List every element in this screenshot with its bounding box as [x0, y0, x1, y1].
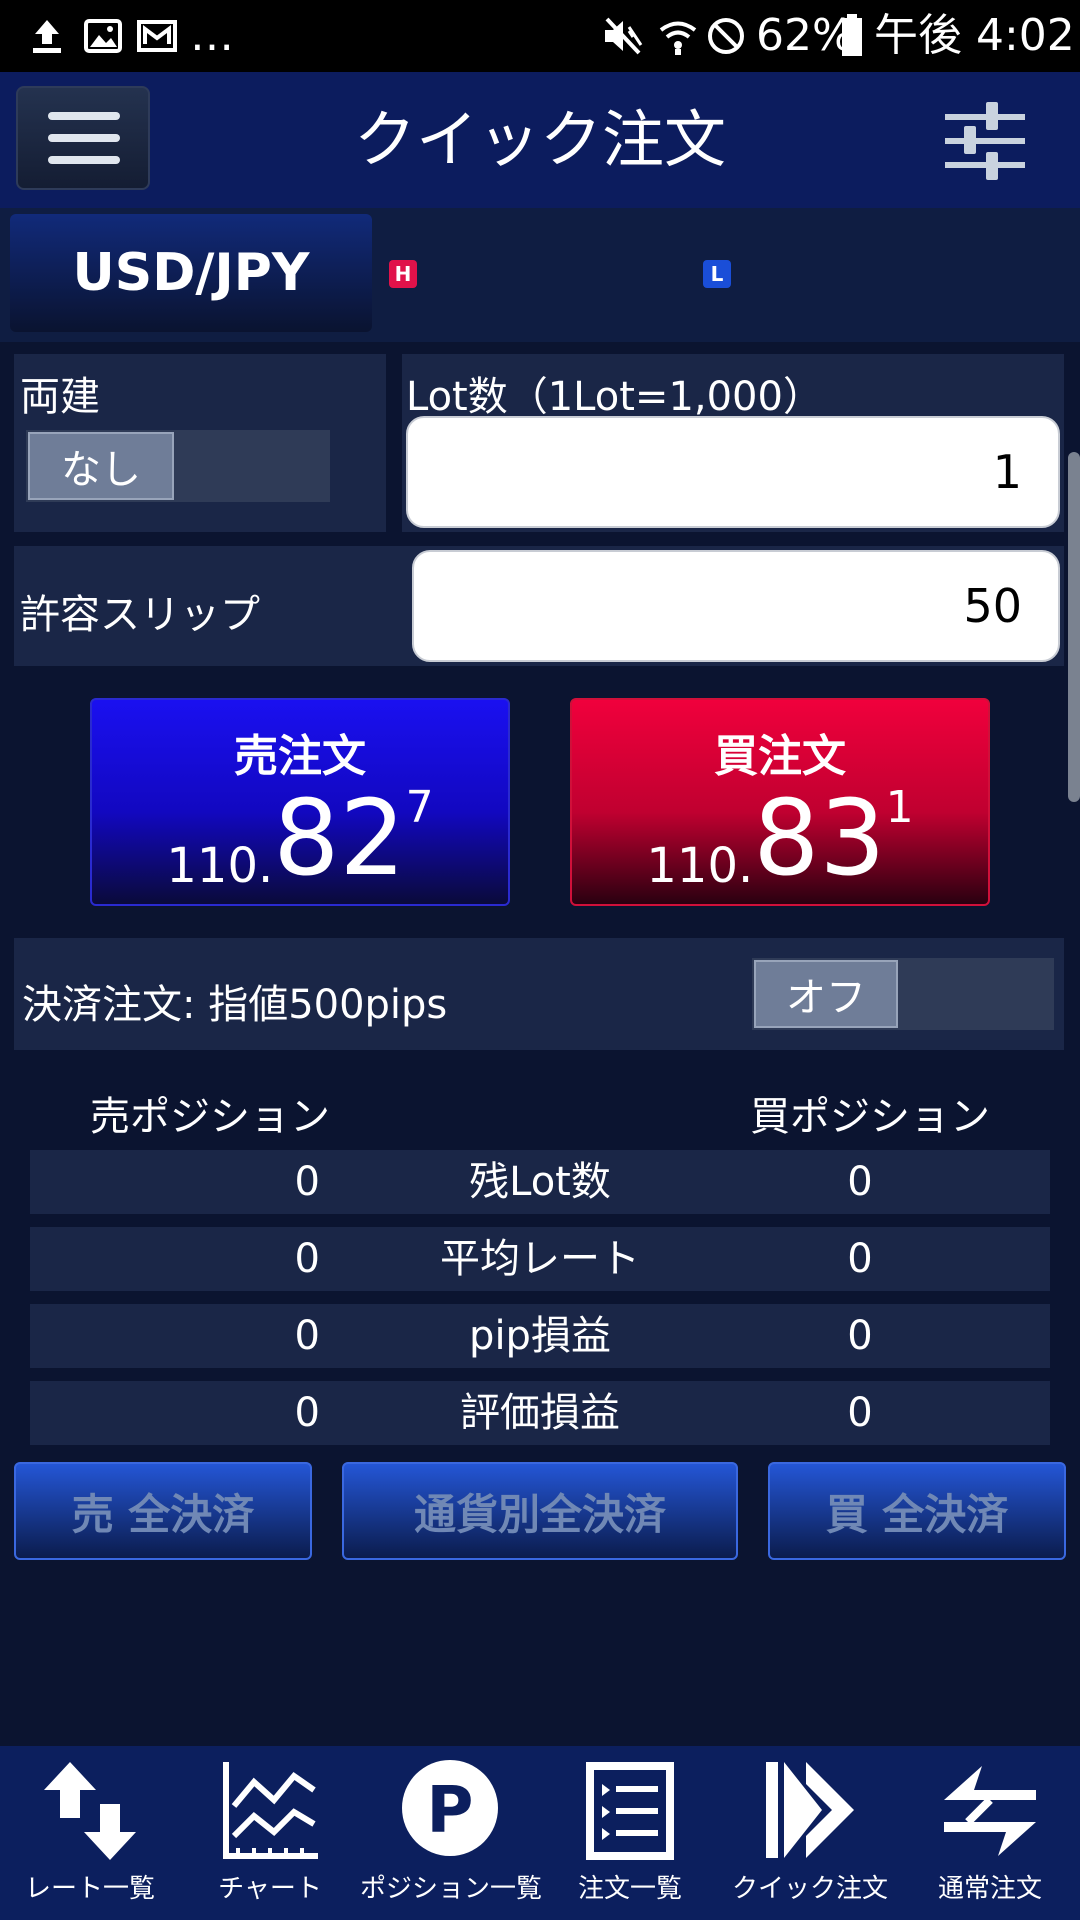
position-row: 0 平均レート 0 [30, 1227, 1050, 1291]
mute-icon [600, 14, 644, 58]
battery-icon [838, 14, 866, 58]
lot-label: Lot数（1Lot=1,000） [406, 374, 823, 420]
settings-sliders-icon[interactable] [940, 96, 1030, 186]
chart-icon [220, 1756, 320, 1866]
buy-price: 110. 83 1 [572, 778, 988, 898]
nav-order-list[interactable]: 注文一覧 [540, 1746, 720, 1920]
svg-text:P: P [427, 1774, 474, 1848]
position-list-icon: P [400, 1756, 500, 1866]
buy-value: 0 [847, 1390, 873, 1436]
sell-price-prefix: 110. [166, 838, 274, 894]
do-not-disturb-icon [704, 14, 748, 58]
status-overflow: … [190, 10, 234, 61]
position-row: 0 pip損益 0 [30, 1304, 1050, 1368]
settlement-toggle-knob[interactable]: オフ [754, 960, 898, 1028]
sell-position-header: 売ポジション [90, 1094, 330, 1140]
nav-position-list[interactable]: P ポジション一覧 [360, 1746, 543, 1920]
nav-rate-list[interactable]: レート一覧 [0, 1746, 180, 1920]
buy-settle-all-button[interactable]: 買 全決済 [768, 1462, 1066, 1560]
sell-order-label: 売注文 [234, 731, 366, 782]
buy-order-button[interactable]: 買注文 110. 83 1 [570, 698, 990, 906]
status-time: 午後 4:02 [874, 10, 1075, 61]
buy-value: 0 [847, 1236, 873, 1282]
position-row: 0 評価損益 0 [30, 1381, 1050, 1445]
buy-value: 0 [847, 1313, 873, 1359]
status-bar: … 62% 午後 4:02 [0, 0, 1080, 72]
buy-price-main: 83 [753, 777, 886, 899]
sell-price-sup: 7 [405, 782, 434, 833]
buy-position-header: 買ポジション [750, 1094, 990, 1140]
buy-price-prefix: 110. [646, 838, 754, 894]
buy-value: 0 [847, 1159, 873, 1205]
normal-order-icon [940, 1756, 1040, 1866]
slippage-label: 許容スリップ [20, 592, 260, 638]
buy-order-label: 買注文 [714, 731, 846, 782]
hedge-toggle-knob[interactable]: なし [28, 432, 174, 500]
sell-order-button[interactable]: 売注文 110. 82 7 [90, 698, 510, 906]
nav-label: ポジション一覧 [360, 1874, 543, 1904]
order-list-icon [580, 1756, 680, 1866]
nav-label: クイック注文 [731, 1874, 888, 1904]
settlement-label: 決済注文: 指値500pips [22, 982, 448, 1028]
lot-input[interactable]: 1 [406, 416, 1060, 528]
nav-label: チャート [218, 1874, 322, 1904]
nav-label: 注文一覧 [577, 1874, 682, 1904]
quick-order-icon [760, 1756, 860, 1866]
mail-icon [134, 14, 180, 58]
buy-price-sup: 1 [885, 782, 914, 833]
sell-settle-all-button[interactable]: 売 全決済 [14, 1462, 312, 1560]
nav-chart[interactable]: チャート [180, 1746, 360, 1920]
position-row: 0 残Lot数 0 [30, 1150, 1050, 1214]
currency-settle-all-button[interactable]: 通貨別全決済 [342, 1462, 738, 1560]
wifi-icon [656, 14, 700, 58]
currency-pair-button[interactable]: USD/JPY [10, 214, 372, 332]
scrollbar[interactable] [1068, 452, 1080, 802]
nav-quick-order[interactable]: クイック注文 [720, 1746, 900, 1920]
page-title: クイック注文 [353, 103, 726, 176]
rate-list-icon [40, 1756, 140, 1866]
image-icon [80, 14, 126, 58]
low-badge: L [703, 260, 731, 288]
upload-icon [24, 14, 70, 58]
sell-price-main: 82 [273, 777, 406, 899]
sell-price: 110. 82 7 [92, 778, 508, 898]
nav-normal-order[interactable]: 通常注文 [900, 1746, 1080, 1920]
high-badge: H [389, 260, 417, 288]
hedge-label: 両建 [20, 374, 100, 420]
slippage-input[interactable]: 50 [412, 550, 1060, 662]
nav-label: レート一覧 [24, 1874, 155, 1904]
nav-label: 通常注文 [937, 1874, 1042, 1904]
